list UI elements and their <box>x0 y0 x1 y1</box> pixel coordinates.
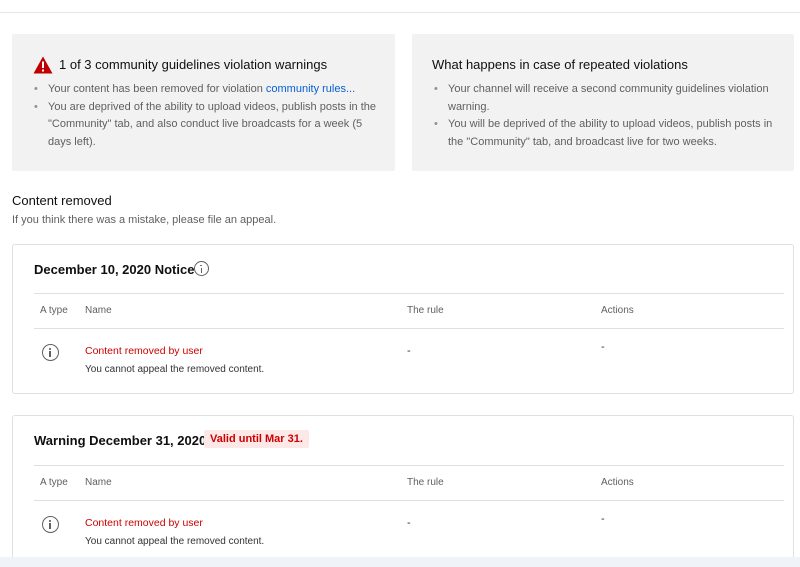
violation-warning-panel: 1 of 3 community guidelines violation wa… <box>12 34 395 171</box>
row-rule: - <box>407 517 411 529</box>
divider <box>34 465 784 466</box>
row-title: Content removed by user <box>85 517 203 529</box>
list-item: You are deprived of the ability to uploa… <box>33 99 383 152</box>
list-item: Your channel will receive a second commu… <box>433 81 773 116</box>
violation-warning-title: 1 of 3 community guidelines violation wa… <box>59 57 328 72</box>
repeated-violations-list: Your channel will receive a second commu… <box>433 81 773 151</box>
violation-warning-list: Your content has been removed for violat… <box>33 81 383 151</box>
info-circle-icon[interactable] <box>42 516 59 533</box>
column-header-actions: Actions <box>601 305 634 316</box>
row-subtitle: You cannot appeal the removed content. <box>85 536 265 547</box>
top-divider <box>0 12 800 13</box>
column-header-rule: The rule <box>407 305 444 316</box>
row-rule: - <box>407 345 411 357</box>
community-rules-link[interactable]: community rules... <box>266 83 355 95</box>
notice-card: December 10, 2020 Notice A type Name The… <box>12 244 794 394</box>
list-item: Your content has been removed for violat… <box>33 81 383 99</box>
column-header-actions: Actions <box>601 477 634 488</box>
column-header-type: A type <box>40 305 68 316</box>
divider <box>34 328 784 329</box>
repeated-violations-panel: What happens in case of repeated violati… <box>412 34 794 171</box>
warning-title: Warning December 31, 2020 <box>34 433 207 448</box>
repeated-violations-title: What happens in case of repeated violati… <box>432 57 688 72</box>
list-item: You will be deprived of the ability to u… <box>433 116 773 151</box>
list-item-text: Your content has been removed for violat… <box>48 83 266 95</box>
row-actions: - <box>601 341 605 353</box>
bottom-band <box>0 557 800 567</box>
info-circle-icon[interactable] <box>42 344 59 361</box>
row-actions: - <box>601 513 605 525</box>
divider <box>34 500 784 501</box>
row-subtitle: You cannot appeal the removed content. <box>85 364 265 375</box>
column-header-type: A type <box>40 477 68 488</box>
warning-card: Warning December 31, 2020 Valid until Ma… <box>12 415 794 567</box>
column-header-rule: The rule <box>407 477 444 488</box>
warning-triangle-icon <box>33 56 53 74</box>
content-removed-subtitle: If you think there was a mistake, please… <box>12 214 277 226</box>
column-header-name: Name <box>85 305 112 316</box>
divider <box>34 293 784 294</box>
validity-badge: Valid until Mar 31. <box>204 430 309 448</box>
content-removed-title: Content removed <box>12 193 112 208</box>
row-title: Content removed by user <box>85 345 203 357</box>
info-circle-icon[interactable] <box>194 261 209 276</box>
column-header-name: Name <box>85 477 112 488</box>
notice-title: December 10, 2020 Notice <box>34 262 195 277</box>
